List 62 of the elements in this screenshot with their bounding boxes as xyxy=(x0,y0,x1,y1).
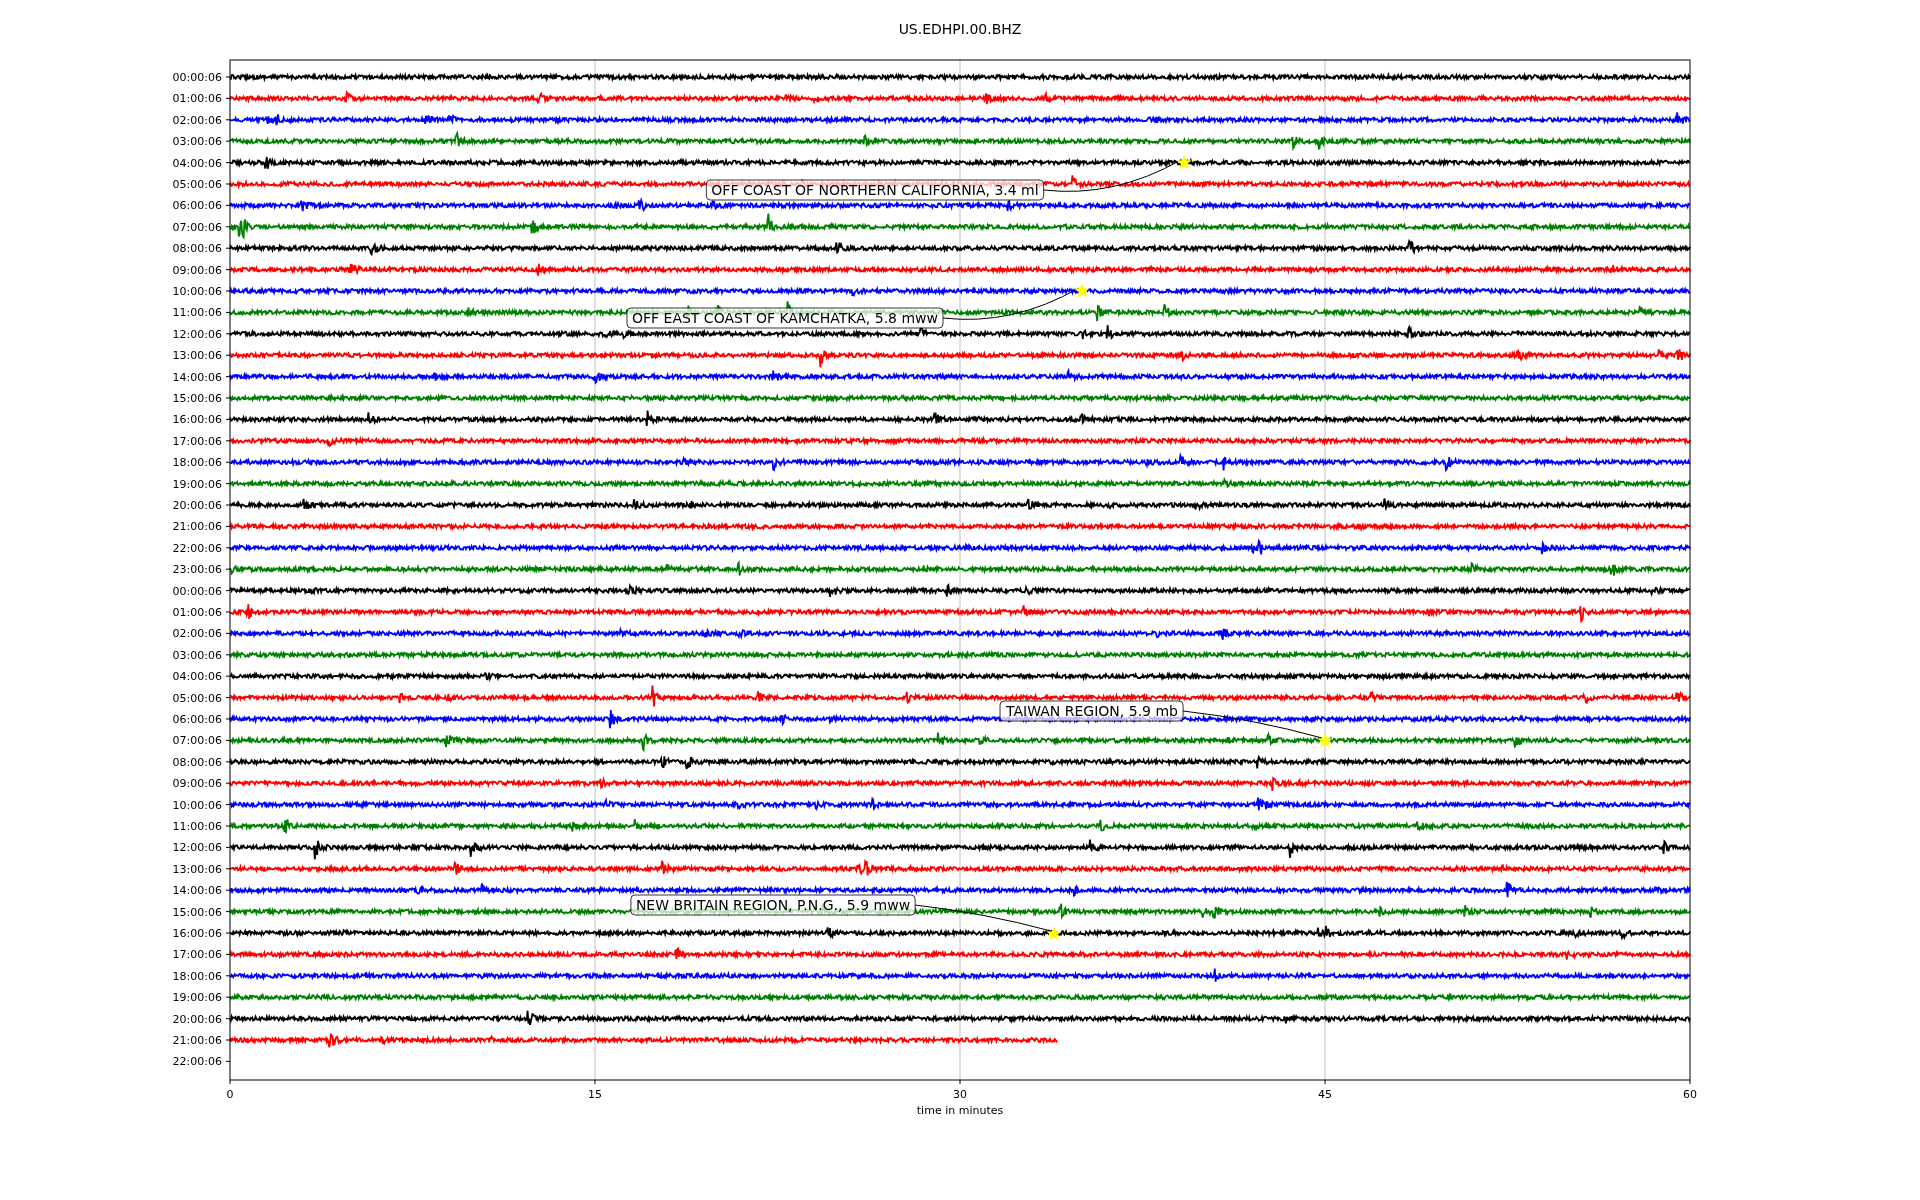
y-tick-label: 16:00:06 xyxy=(172,927,222,940)
y-tick-label: 04:00:06 xyxy=(172,670,222,684)
x-tick-label: 30 xyxy=(953,1088,967,1101)
y-tick-label: 11:00:06 xyxy=(172,306,222,320)
y-tick-label: 20:00:06 xyxy=(172,499,222,512)
y-tick-label: 17:00:06 xyxy=(172,948,222,962)
y-tick-label: 07:00:06 xyxy=(172,220,222,234)
y-tick-label: 04:00:06 xyxy=(172,156,222,170)
y-tick-label: 14:00:06 xyxy=(172,370,222,384)
y-tick-label: 06:00:06 xyxy=(172,199,222,213)
event-label: OFF EAST COAST OF KAMCHATKA, 5.8 mww xyxy=(626,307,944,329)
event-label: NEW BRITAIN REGION, P.N.G., 5.9 mww xyxy=(630,894,916,916)
x-tick-label: 0 xyxy=(226,1088,234,1101)
y-tick-label: 03:00:06 xyxy=(172,648,222,662)
y-tick-label: 09:00:06 xyxy=(172,777,222,791)
y-tick-label: 06:00:06 xyxy=(172,713,222,726)
y-tick-label: 05:00:06 xyxy=(172,691,222,705)
y-tick-label: 20:00:06 xyxy=(172,1012,222,1026)
y-tick-label: 13:00:06 xyxy=(172,862,222,876)
y-tick-label: 23:00:06 xyxy=(172,563,222,577)
y-tick-label: 01:00:06 xyxy=(172,92,222,106)
y-tick-label: 07:00:06 xyxy=(172,734,222,748)
y-tick-label: 21:00:06 xyxy=(172,520,222,534)
star-icon xyxy=(1074,283,1090,298)
y-tick-label: 12:00:06 xyxy=(172,841,222,855)
y-tick-label: 11:00:06 xyxy=(172,820,222,833)
y-tick-label: 16:00:06 xyxy=(172,413,222,427)
y-tick-label: 15:00:06 xyxy=(172,905,222,919)
y-tick-label: 10:00:06 xyxy=(172,798,222,812)
y-tick-label: 00:00:06 xyxy=(172,71,222,84)
y-tick-label: 19:00:06 xyxy=(172,477,222,491)
y-tick-label: 19:00:06 xyxy=(172,991,222,1005)
event-label: TAIWAN REGION, 5.9 mb xyxy=(999,700,1184,722)
x-tick-label: 15 xyxy=(588,1088,602,1101)
star-icon xyxy=(1317,733,1333,748)
y-tick-label: 10:00:06 xyxy=(172,285,222,298)
y-tick-label: 02:00:06 xyxy=(172,113,222,127)
star-icon xyxy=(1176,155,1192,170)
y-tick-label: 14:00:06 xyxy=(172,884,222,898)
event-label: OFF COAST OF NORTHERN CALIFORNIA, 3.4 ml xyxy=(705,179,1045,201)
y-tick-label: 12:00:06 xyxy=(172,327,222,341)
y-tick-label: 18:00:06 xyxy=(172,969,222,983)
y-tick-label: 02:00:06 xyxy=(172,627,222,641)
y-tick-label: 01:00:06 xyxy=(172,606,222,619)
y-tick-label: 08:00:06 xyxy=(172,242,222,256)
y-tick-label: 22:00:06 xyxy=(172,1055,222,1069)
star-icon xyxy=(1046,926,1062,941)
x-tick-label: 60 xyxy=(1683,1088,1697,1101)
chart-title: US.EDHPI.00.BHZ xyxy=(898,21,1022,37)
y-tick-label: 09:00:06 xyxy=(172,263,222,277)
y-tick-label: 00:00:06 xyxy=(172,584,222,598)
x-tick-label: 45 xyxy=(1318,1088,1332,1101)
y-tick-label: 03:00:06 xyxy=(172,135,222,149)
y-tick-label: 13:00:06 xyxy=(172,349,222,363)
y-tick-label: 08:00:06 xyxy=(172,755,222,769)
y-tick-label: 18:00:06 xyxy=(172,456,222,470)
y-tick-label: 15:00:06 xyxy=(172,392,222,405)
x-axis-label: time in minutes xyxy=(916,1104,1004,1117)
y-tick-label: 21:00:06 xyxy=(172,1034,222,1047)
y-tick-label: 22:00:06 xyxy=(172,541,222,555)
y-tick-label: 17:00:06 xyxy=(172,434,222,448)
y-tick-label: 05:00:06 xyxy=(172,178,222,191)
